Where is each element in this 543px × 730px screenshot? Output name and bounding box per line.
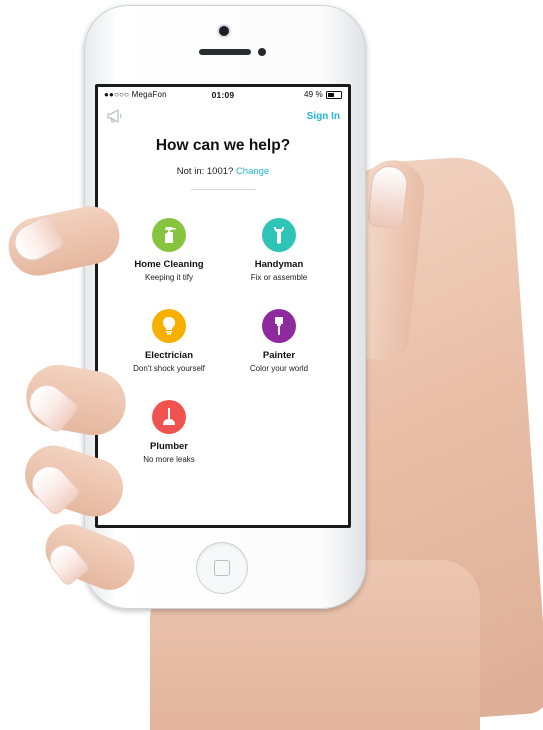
service-name: Electrician	[144, 350, 194, 361]
service-plumber[interactable]: Plumber No more leaks	[114, 400, 224, 464]
service-name: Painter	[262, 350, 296, 361]
page-title: How can we help?	[155, 137, 291, 154]
proximity-sensor	[258, 48, 266, 56]
home-button[interactable]	[196, 542, 248, 594]
spray-bottle-icon	[152, 218, 186, 252]
battery-icon	[326, 90, 342, 99]
service-home-cleaning[interactable]: Home Cleaning Keeping it tify	[114, 218, 224, 282]
wrench-icon	[262, 218, 296, 252]
app-screen: ●●○○○ MegaFon 01:09 49 % Sign In How can…	[98, 87, 348, 525]
location-text: Not in: 1001?	[176, 166, 234, 177]
service-desc: Color your world	[249, 364, 309, 373]
divider	[191, 189, 255, 190]
thumb-nail	[366, 164, 410, 230]
service-name: Plumber	[149, 441, 188, 452]
paint-roller-icon	[262, 309, 296, 343]
service-electrician[interactable]: Electrician Don't shock yourself	[114, 309, 224, 373]
battery-percent: 49 %	[303, 90, 323, 99]
status-bar: ●●○○○ MegaFon 01:09 49 %	[98, 87, 348, 103]
front-camera	[219, 26, 229, 36]
lightbulb-icon	[152, 309, 186, 343]
megaphone-icon[interactable]	[106, 108, 124, 124]
plunger-icon	[152, 400, 186, 434]
battery-indicator: 49 %	[304, 90, 342, 99]
service-desc: Don't shock yourself	[133, 364, 205, 373]
service-name: Handyman	[254, 259, 304, 270]
service-handyman[interactable]: Handyman Fix or assemble	[224, 218, 334, 282]
service-painter[interactable]: Painter Color your world	[224, 309, 334, 373]
location-line: Not in: 1001? Change	[98, 166, 348, 177]
service-desc: Keeping it tify	[144, 273, 194, 282]
change-location-link[interactable]: Change	[236, 166, 269, 177]
sign-in-link[interactable]: Sign In	[307, 111, 340, 122]
earpiece	[199, 49, 251, 55]
service-desc: Fix or assemble	[250, 273, 308, 282]
service-desc: No more leaks	[143, 455, 195, 464]
service-name: Home Cleaning	[134, 259, 204, 270]
